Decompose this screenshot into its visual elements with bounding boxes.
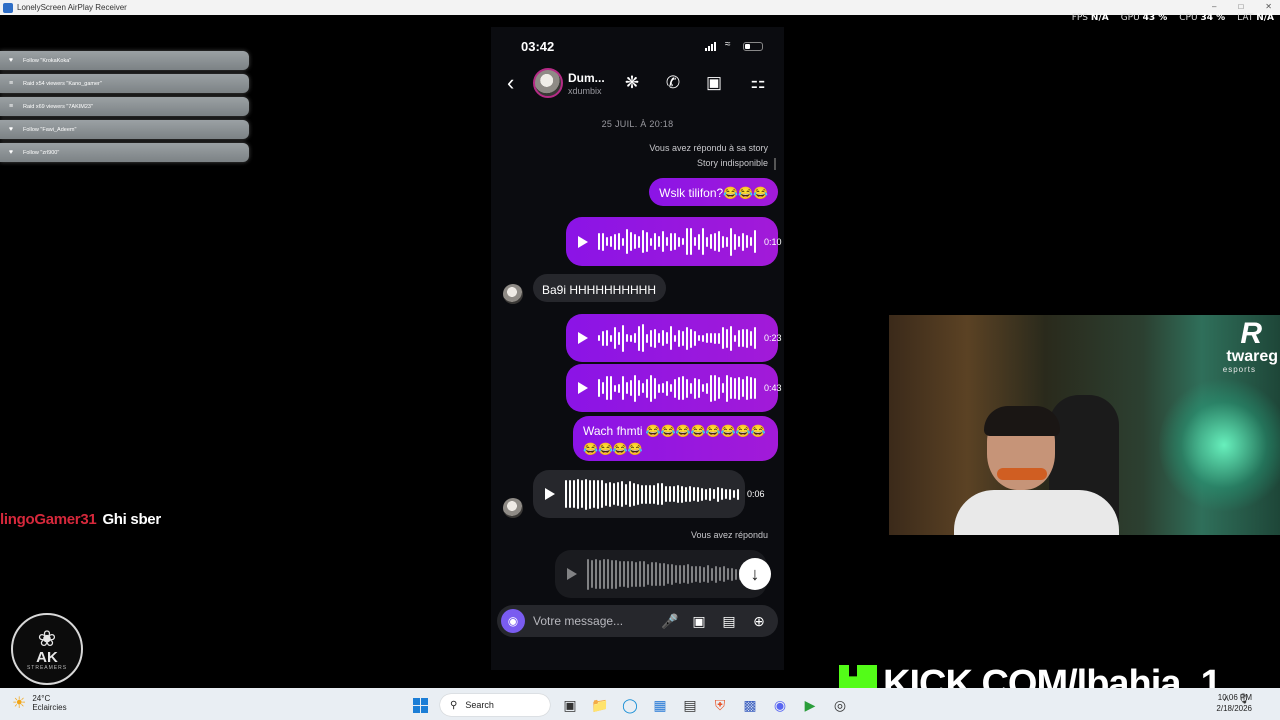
scroll-down-button[interactable]: ↓: [739, 558, 771, 590]
theme-icon[interactable]: ❋: [621, 72, 643, 94]
voice-duration: 0:23: [764, 333, 782, 343]
waveform: [598, 323, 756, 353]
weather-widget[interactable]: ☀ 24°C Eclaircies: [12, 693, 67, 713]
perf-cpu: CPU 34 %: [1179, 13, 1226, 23]
search-icon: ⚲: [450, 699, 458, 711]
battery-icon: [743, 42, 763, 51]
task-view-icon[interactable]: ▣: [560, 695, 580, 715]
chat-text: Ghi sber: [102, 511, 161, 528]
raid-icon: ≡: [8, 79, 14, 87]
window-title: LonelyScreen AirPlay Receiver: [17, 3, 127, 12]
message-bubble-sent[interactable]: Wach fhmti 😂😂😂😂😂😂😂😂😂😂😂😂: [573, 416, 778, 461]
back-icon[interactable]: ‹: [507, 71, 514, 95]
chat-username: lingoGamer31: [0, 511, 97, 528]
voice-message-quoted[interactable]: [555, 550, 767, 598]
message-bubble-sent[interactable]: Wslk tilifon?😂😂😂: [649, 178, 778, 206]
wifi-icon: ≈: [725, 39, 731, 50]
conversation-header: ‹ Dum... xdumbix ❋ ✆ ▣ ⚏: [491, 65, 784, 105]
microphone-icon[interactable]: 🎤: [660, 611, 680, 631]
story-unavailable-note: Story indisponible: [696, 158, 768, 168]
phoenix-icon: ❀: [37, 626, 57, 651]
alert-item: ♥ Follow "zrl900": [0, 143, 249, 162]
clock[interactable]: 10:06 PM 2/18/2026: [1216, 692, 1252, 714]
raid-icon: ≡: [8, 102, 14, 110]
message-composer[interactable]: ◉ Votre message... 🎤 ▣ ▤ ⊕: [497, 605, 778, 637]
waveform: [598, 227, 756, 257]
message-bubble-received[interactable]: Ba9i HHHHHHHHHH: [533, 274, 667, 302]
story-reply-bar: [774, 158, 776, 170]
play-icon[interactable]: [567, 568, 577, 580]
search-input[interactable]: ⚲ Search: [440, 694, 550, 716]
contact-handle: xdumbix: [568, 86, 602, 96]
file-explorer-icon[interactable]: 📁: [590, 695, 610, 715]
sticker-icon[interactable]: ▤: [719, 611, 739, 631]
play-icon[interactable]: [578, 332, 588, 344]
status-time: 03:42: [521, 39, 555, 54]
perf-lat: LAT N/A: [1237, 13, 1274, 23]
app-icon: [3, 2, 13, 13]
heart-icon: ♥: [8, 148, 14, 156]
image-icon[interactable]: ▣: [689, 611, 709, 631]
perf-overlay: FPS N/A GPU 43 % CPU 34 % LAT N/A: [1072, 13, 1280, 23]
phone-screen: 03:42 ≈ ‹ Dum... xdumbix ❋ ✆ ▣ ⚏ 25 JUIL…: [491, 27, 784, 670]
edge-icon[interactable]: ◯: [620, 695, 640, 715]
sponsor-logo: R twareg esports: [1222, 317, 1278, 375]
voice-duration: 0:06: [747, 489, 765, 499]
avatar[interactable]: [533, 68, 563, 98]
perf-fps: FPS N/A: [1071, 13, 1109, 23]
video-call-icon[interactable]: ▣: [703, 72, 725, 94]
voice-message-sent[interactable]: 0:43: [566, 364, 782, 412]
team-logo: ❀ AK STREAMERS: [11, 613, 83, 685]
streamer: [954, 406, 1119, 535]
avatar[interactable]: [503, 284, 523, 304]
minimize-icon[interactable]: –: [1212, 2, 1216, 11]
obs-icon[interactable]: ◎: [830, 695, 850, 715]
weather-icon: ☀: [12, 695, 27, 712]
date-separator: 25 JUIL. À 20:18: [601, 119, 674, 129]
notes-icon[interactable]: ▤: [680, 695, 700, 715]
alert-item: ≡ Raid x54 viewers "Kano_gamer": [0, 74, 249, 93]
add-icon[interactable]: ⊕: [749, 611, 769, 631]
brave-icon[interactable]: ⛨: [710, 695, 730, 715]
perf-gpu: GPU 43 %: [1120, 13, 1168, 23]
heart-icon: ♥: [8, 56, 14, 64]
voice-duration: 0:10: [764, 236, 782, 247]
app-icon[interactable]: ▩: [740, 695, 760, 715]
discord-icon[interactable]: ◉: [770, 695, 790, 715]
maximize-icon[interactable]: □: [1238, 2, 1243, 11]
voice-message-received[interactable]: 0:06: [533, 470, 765, 518]
contact-name[interactable]: Dum...: [568, 71, 605, 85]
kick-app-icon[interactable]: ▶: [800, 695, 820, 715]
story-reply-note: Vous avez répondu à sa story: [649, 143, 768, 153]
alert-item: ♥ Follow "KrokaKoka": [0, 51, 249, 70]
start-button[interactable]: [410, 695, 430, 715]
phone-call-icon[interactable]: ✆: [662, 72, 684, 94]
waveform: [587, 558, 761, 590]
waveform: [565, 478, 739, 510]
alert-item: ≡ Raid x69 viewers "7AKIM23": [0, 97, 249, 116]
camera-icon[interactable]: ◉: [501, 609, 525, 633]
voice-duration: 0:43: [764, 383, 782, 393]
tag-icon[interactable]: ⚏: [747, 72, 769, 94]
voice-message-sent[interactable]: 0:23: [566, 314, 782, 362]
store-icon[interactable]: ▦: [650, 695, 670, 715]
play-icon[interactable]: [578, 235, 588, 248]
heart-icon: ♥: [8, 125, 14, 133]
signal-icon: [705, 42, 716, 51]
message-input[interactable]: Votre message...: [533, 614, 623, 628]
waveform: [598, 373, 756, 403]
reply-note: Vous avez répondu: [690, 530, 768, 540]
play-icon[interactable]: [578, 382, 588, 394]
status-bar: 03:42 ≈: [491, 27, 784, 63]
play-icon[interactable]: [545, 488, 555, 500]
voice-message-sent[interactable]: 0:10: [566, 217, 782, 266]
stream-alerts: ♥ Follow "KrokaKoka" ≡ Raid x54 viewers "K…: [0, 51, 249, 166]
taskbar: ☀ 24°C Eclaircies ⚲ Search ▣ 📁 ◯ ▦ ▤ ⛨ ▩ …: [0, 688, 1280, 720]
stream-chat-message: lingoGamer31 Ghi sber: [0, 511, 161, 528]
webcam-feed: R twareg esports: [889, 315, 1280, 535]
close-icon[interactable]: ✕: [1265, 2, 1272, 11]
alert-item: ♥ Follow "Fawi_Adeem": [0, 120, 249, 139]
avatar[interactable]: [503, 498, 523, 518]
